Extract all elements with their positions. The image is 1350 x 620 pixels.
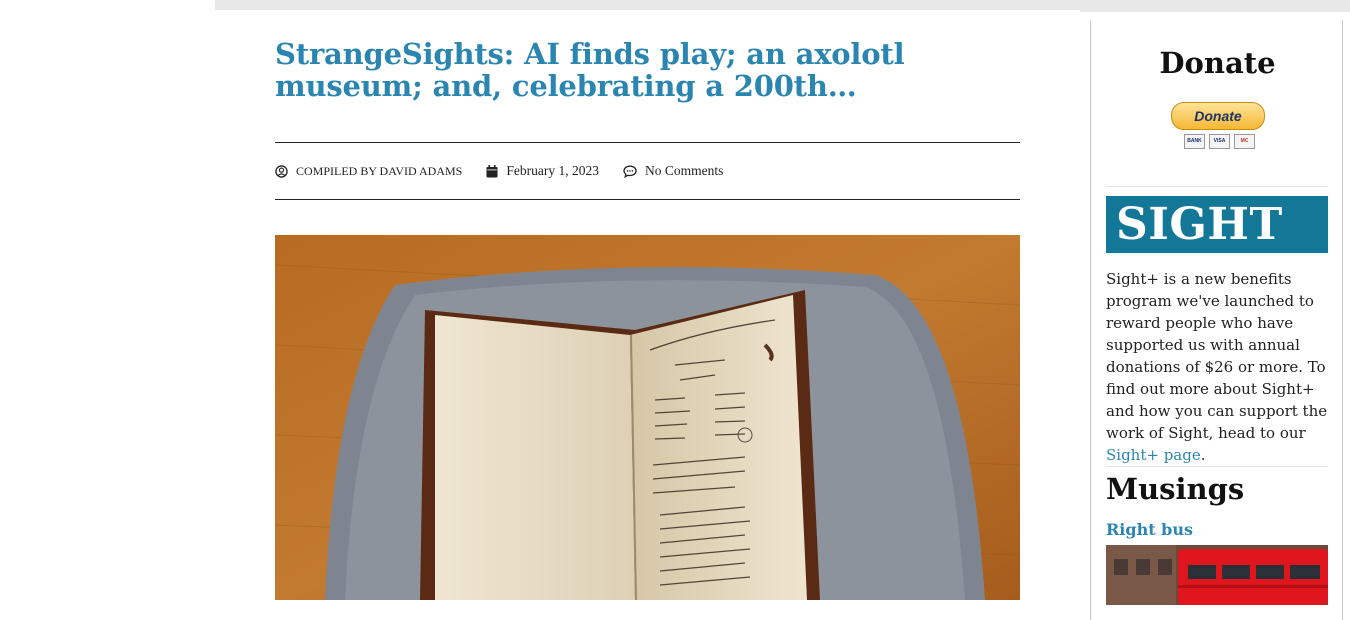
article-featured-image[interactable]: [275, 235, 1020, 600]
musings-heading: Musings: [1106, 472, 1245, 506]
manuscript-photo: [275, 235, 1020, 600]
divider: [1106, 466, 1328, 467]
sight-plus-description: Sight+ is a new benefits program we've l…: [1106, 268, 1328, 466]
comment-icon: [623, 165, 637, 178]
post-date[interactable]: February 1, 2023: [506, 163, 599, 179]
sight-plus-text-end: .: [1200, 446, 1206, 464]
calendar-icon: [486, 164, 498, 177]
divider: [1106, 186, 1328, 187]
donate-heading: Donate: [1159, 46, 1276, 80]
musings-post-thumbnail[interactable]: [1106, 545, 1328, 605]
date-meta: February 1, 2023: [486, 163, 599, 179]
author-name: COMPILED BY DAVID ADAMS: [296, 163, 463, 178]
author-meta: COMPILED BY DAVID ADAMS: [275, 164, 462, 179]
visa-card-icon: VISA: [1209, 134, 1230, 149]
musings-post-link[interactable]: Right bus: [1106, 520, 1193, 539]
user-icon: [275, 164, 288, 178]
bus-photo: [1106, 545, 1328, 605]
mastercard-icon: MC: [1234, 134, 1255, 149]
sight-plus-banner[interactable]: SIGHT +: [1106, 196, 1328, 307]
donate-button[interactable]: Donate: [1171, 102, 1265, 130]
comments-meta: No Comments: [623, 163, 723, 179]
top-bar-right: [1080, 0, 1350, 12]
sight-plus-text: Sight+ is a new benefits program we've l…: [1106, 270, 1328, 442]
top-bar: [215, 0, 1080, 10]
comments-link[interactable]: No Comments: [645, 163, 723, 179]
article-header: StrangeSights: AI finds play; an axolotl…: [275, 38, 1020, 102]
article-meta: COMPILED BY DAVID ADAMS February 1, 2023…: [275, 142, 1020, 200]
bank-card-icon: BANK: [1184, 134, 1205, 149]
article-title[interactable]: StrangeSights: AI finds play; an axolotl…: [275, 38, 1020, 102]
sight-plus-page-link[interactable]: Sight+ page: [1106, 446, 1201, 464]
sidebar: Donate Donate BANK VISA MC SIGHT + Sight…: [1090, 20, 1343, 620]
payment-cards: BANK VISA MC: [1184, 134, 1255, 149]
